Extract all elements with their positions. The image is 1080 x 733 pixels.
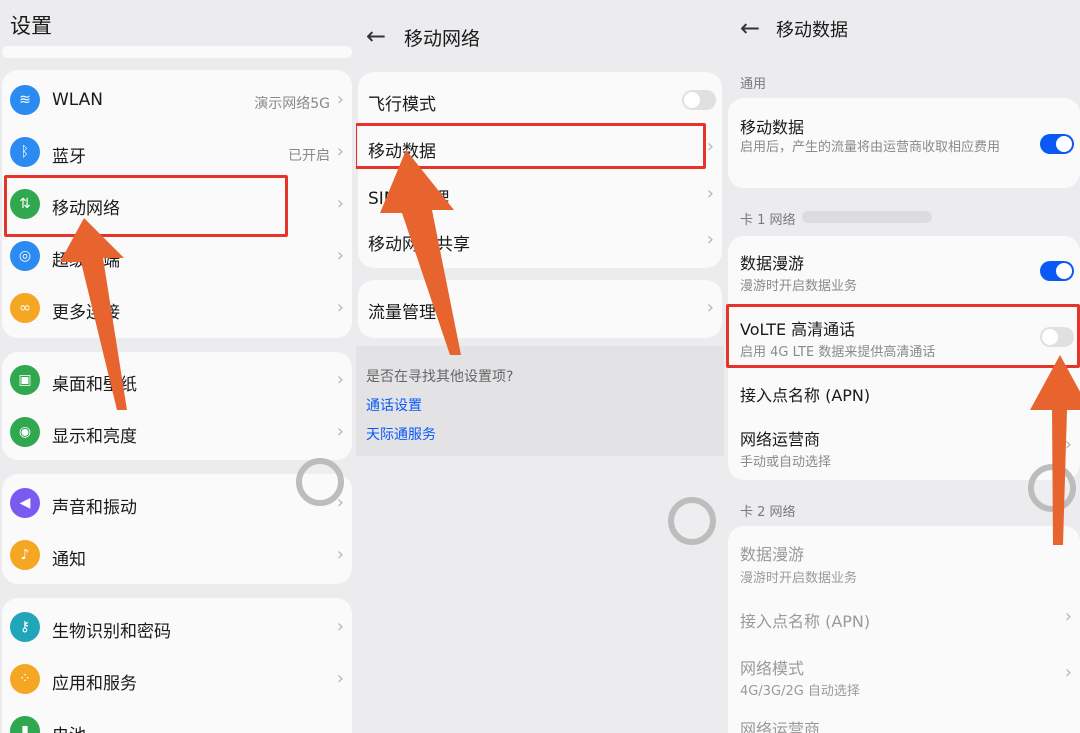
annotation-arrow bbox=[1030, 355, 1080, 545]
annotation-arrow bbox=[60, 218, 127, 410]
annotation-arrows bbox=[60, 150, 1080, 545]
annotation-arrow bbox=[380, 150, 461, 355]
